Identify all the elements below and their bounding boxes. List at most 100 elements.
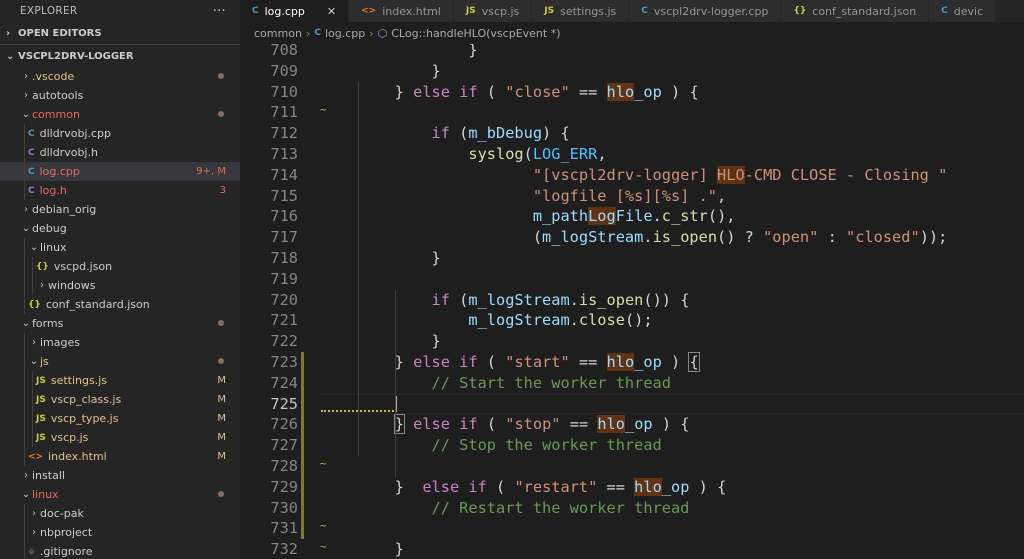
project-section[interactable]: ⌄ VSCPL2DRV-LOGGER	[0, 44, 240, 67]
chevron-down-icon: ⌄	[6, 50, 15, 62]
tab-vscp-js[interactable]: JS vscp.js	[453, 0, 533, 22]
close-icon[interactable]: ✕	[327, 5, 336, 18]
folder-item[interactable]: › autotools	[0, 86, 240, 105]
code-token: ));	[919, 228, 948, 247]
git-change-marker[interactable]	[301, 497, 304, 519]
open-editors-section[interactable]: › OPEN EDITORS	[0, 22, 240, 44]
breadcrumb-file[interactable]: log.cpp	[325, 27, 365, 40]
whitespace-marker-icon: ~	[320, 457, 327, 470]
tree-item-label: forms	[32, 317, 64, 330]
file-item[interactable]: {} vscpd.json	[0, 257, 240, 276]
folder-item[interactable]: ⌄ common	[0, 105, 240, 124]
tab-label: vscp.js	[481, 4, 520, 18]
file-item[interactable]: JS settings.js M	[0, 371, 240, 390]
file-item[interactable]: ◆ .gitignore	[0, 542, 240, 559]
line-number: 725	[270, 394, 298, 413]
indent-guide	[24, 390, 25, 409]
folder-item[interactable]: › install	[0, 466, 240, 485]
line-number: 709	[270, 61, 298, 80]
indent-guide	[24, 257, 25, 276]
explorer-sidebar: EXPLORER ··· › OPEN EDITORS ⌄ VSCPL2DRV-…	[0, 0, 240, 559]
file-item[interactable]: Cdlldrvobj.cpp	[0, 124, 240, 143]
git-change-marker[interactable]	[301, 476, 304, 498]
tree-item-label: vscp_class.js	[50, 393, 122, 406]
folder-item[interactable]: › debian_orig	[0, 200, 240, 219]
file-type-icon: ◆	[28, 546, 35, 557]
file-item[interactable]: JS vscp_class.js M	[0, 390, 240, 409]
tab-settings-js[interactable]: JS settings.js	[532, 0, 630, 22]
line-number: 711	[270, 103, 298, 122]
folder-item[interactable]: ⌄ debug	[0, 219, 240, 238]
file-item[interactable]: JS vscp.js M	[0, 428, 240, 447]
folder-item[interactable]: › images	[0, 333, 240, 352]
file-type-icon: JS	[36, 413, 46, 424]
git-change-marker[interactable]	[301, 435, 304, 456]
file-item[interactable]: Clog.cpp 9+, M	[0, 162, 240, 181]
folder-item[interactable]: › .vscode	[0, 67, 240, 86]
file-type-icon: JS	[465, 6, 476, 16]
git-change-marker[interactable]	[301, 456, 304, 477]
file-item[interactable]: Clog.h 3	[0, 181, 240, 200]
code-token: _op	[661, 477, 690, 496]
chevron-right-icon: ›	[32, 337, 36, 348]
line-number: 727	[270, 436, 298, 455]
git-change-marker[interactable]	[301, 414, 304, 436]
chevron-right-icon: ›	[24, 90, 28, 101]
indent-guide	[24, 447, 25, 466]
line-number: 728	[270, 457, 298, 475]
file-item[interactable]: JS vscp_type.js M	[0, 409, 240, 428]
tab-devic[interactable]: Cdevic	[929, 0, 997, 22]
editor-tab-bar: Clog.cpp ✕ <> index.html JS vscp.js JS settings…	[240, 0, 1024, 22]
code-token: else	[422, 477, 460, 496]
code-token: ) {	[689, 477, 727, 496]
file-item[interactable]: {} conf_standard.json	[0, 295, 240, 314]
breadcrumb-symbol[interactable]: CLog::handleHLO(vscpEvent *)	[391, 27, 560, 40]
git-change-marker[interactable]	[301, 518, 304, 540]
method-icon: ⬡	[377, 26, 388, 40]
file-type-icon: JS	[544, 6, 555, 16]
folder-item[interactable]: › doc-pak	[0, 504, 240, 523]
git-change-marker[interactable]	[301, 352, 304, 373]
code-token: File	[615, 207, 653, 226]
file-type-icon: {}	[36, 261, 49, 272]
folder-item[interactable]: ⌄ forms	[0, 314, 240, 333]
code-token: (	[486, 477, 515, 496]
tab-vscpl2drv-logger-cpp[interactable]: Cvscpl2drv-logger.cpp	[629, 0, 782, 22]
git-change-marker[interactable]	[301, 372, 304, 394]
git-change-marker[interactable]	[301, 393, 304, 415]
code-token: ,	[597, 145, 607, 163]
file-item[interactable]: <> index.html M	[0, 447, 240, 466]
code-token: // Start the worker thread	[431, 373, 671, 392]
code-line: }	[321, 331, 441, 352]
code-token: LOG_ERR	[532, 145, 598, 163]
breadcrumb-folder[interactable]: common	[254, 27, 302, 40]
file-item[interactable]: Cdlldrvobj.h	[0, 143, 240, 162]
file-type-icon: JS	[36, 432, 46, 443]
more-actions-icon[interactable]: ···	[213, 4, 226, 19]
code-token: "logfile [%s][%s] ."	[532, 186, 718, 205]
vscode-window: EXPLORER ··· › OPEN EDITORS ⌄ VSCPL2DRV-…	[0, 0, 1024, 559]
file-tree: › .vscode › autotools ⌄ common Cdlldrvobj.cpp C…	[0, 67, 240, 559]
folder-item[interactable]: ⌄ js	[0, 352, 240, 371]
tab-log-cpp[interactable]: Clog.cpp ✕	[240, 0, 350, 22]
code-token: m_logStream	[468, 290, 570, 309]
code-token: .	[569, 290, 579, 309]
tree-item-label: log.h	[39, 184, 67, 197]
open-editors-label: OPEN EDITORS	[18, 27, 102, 39]
folder-item[interactable]: › windows	[0, 276, 240, 295]
folder-item[interactable]: › nbproject	[0, 523, 240, 542]
tab-conf-standard-json[interactable]: {} conf_standard.json	[781, 0, 930, 22]
code-token: ==	[597, 477, 635, 496]
chevron-down-icon: ⌄	[21, 489, 31, 500]
code-token: ==	[569, 353, 607, 371]
code-editor[interactable]: 708 } 709 } 710 } else if ( "close" == hlo…	[240, 44, 1024, 559]
code-token: (	[477, 415, 506, 434]
folder-item[interactable]: ⌄ linux	[0, 485, 240, 504]
cpp-file-icon: C	[314, 28, 321, 38]
tree-item-label: linux	[40, 241, 67, 254]
folder-item[interactable]: ⌄ linux	[0, 238, 240, 257]
code-token: _op	[634, 82, 662, 101]
tab-index-html[interactable]: <> index.html	[349, 0, 454, 22]
